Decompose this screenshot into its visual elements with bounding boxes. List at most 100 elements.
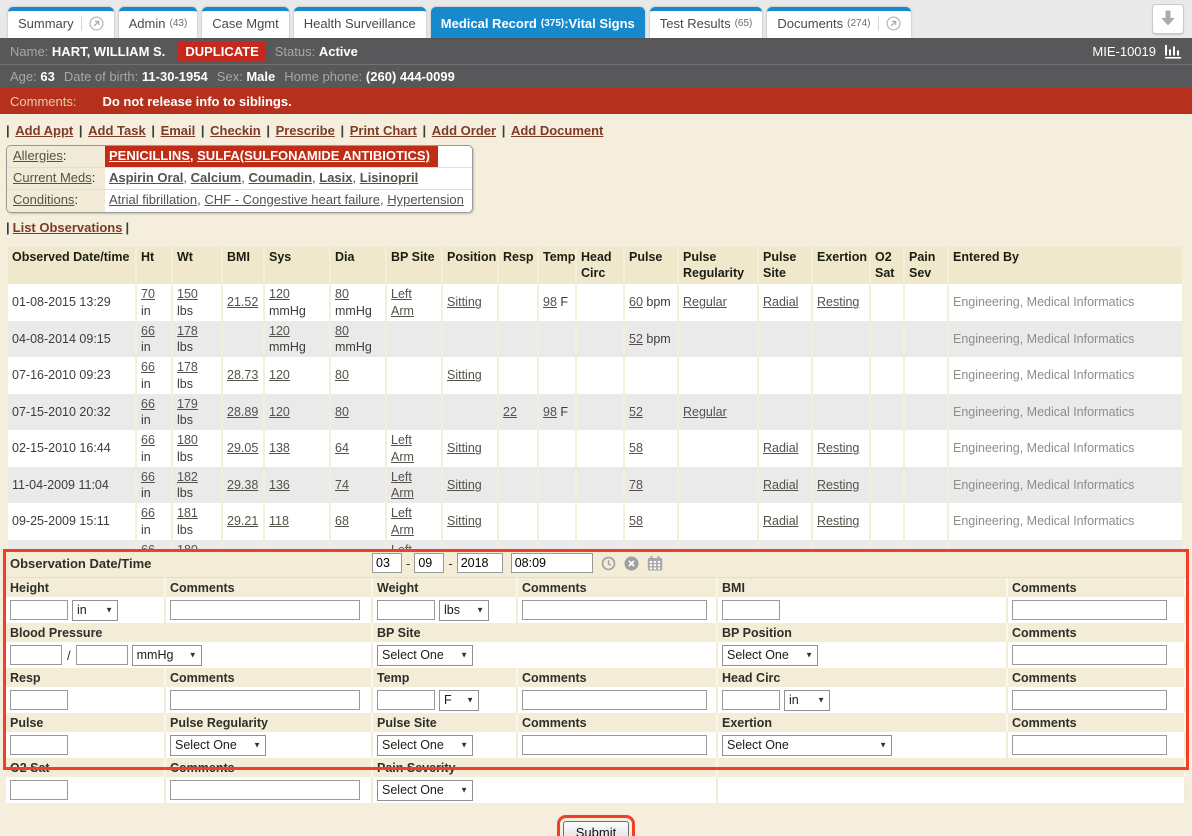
- summary-label-allergies[interactable]: Allergies: [13, 148, 63, 163]
- bp-comments-input[interactable]: [1012, 645, 1167, 665]
- observation-value-link[interactable]: 181: [177, 506, 198, 520]
- clear-datetime-icon[interactable]: [624, 556, 639, 571]
- observation-value-link[interactable]: Left Arm: [391, 506, 414, 536]
- summary-item-coumadin[interactable]: Coumadin: [248, 170, 312, 185]
- pain-severity-select[interactable]: Select One: [377, 780, 473, 801]
- temp-comments-input[interactable]: [522, 690, 707, 710]
- observation-value-link[interactable]: 98: [543, 295, 557, 309]
- observation-value-link[interactable]: 66: [141, 433, 155, 447]
- observation-value-link[interactable]: Radial: [763, 514, 798, 528]
- bp-site-select[interactable]: Select One: [377, 645, 473, 666]
- observation-value-link[interactable]: 28.89: [227, 405, 258, 419]
- observation-value-link[interactable]: Sitting: [447, 441, 482, 455]
- observation-value-link[interactable]: 74: [335, 478, 349, 492]
- observation-value-link[interactable]: Radial: [763, 295, 798, 309]
- observation-value-link[interactable]: 58: [629, 441, 643, 455]
- observation-value-link[interactable]: Radial: [763, 478, 798, 492]
- observation-value-link[interactable]: Sitting: [447, 295, 482, 309]
- observation-value-link[interactable]: Left Arm: [391, 433, 414, 463]
- summary-item-calcium[interactable]: Calcium: [191, 170, 242, 185]
- observation-value-link[interactable]: Resting: [817, 478, 859, 492]
- temp-unit-select[interactable]: F: [439, 690, 479, 711]
- obs-day-input[interactable]: [414, 553, 444, 573]
- observation-value-link[interactable]: 22: [503, 405, 517, 419]
- exertion-select[interactable]: Select One: [722, 735, 892, 756]
- summary-item-aspirin-oral[interactable]: Aspirin Oral: [109, 170, 183, 185]
- tab-medical-record[interactable]: Medical Record(375):Vital Signs: [431, 7, 645, 38]
- observation-value-link[interactable]: 60: [629, 295, 643, 309]
- observation-value-link[interactable]: 52: [629, 332, 643, 346]
- pulse-regularity-select[interactable]: Select One: [170, 735, 266, 756]
- observation-value-link[interactable]: Sitting: [447, 514, 482, 528]
- observation-value-link[interactable]: 29.38: [227, 478, 258, 492]
- observation-value-link[interactable]: Resting: [817, 514, 859, 528]
- observation-value-link[interactable]: Left Arm: [391, 470, 414, 500]
- observation-value-link[interactable]: 66: [141, 397, 155, 411]
- action-link-add-document[interactable]: Add Document: [511, 123, 603, 138]
- observation-value-link[interactable]: 178: [177, 360, 198, 374]
- summary-item-atrial-fibrillation[interactable]: Atrial fibrillation: [109, 192, 197, 207]
- head-circ-unit-select[interactable]: in: [784, 690, 830, 711]
- observation-value-link[interactable]: 182: [177, 470, 198, 484]
- observation-value-link[interactable]: Regular: [683, 405, 727, 419]
- summary-item-penicillins[interactable]: PENICILLINS: [109, 148, 190, 163]
- bp-position-select[interactable]: Select One: [722, 645, 818, 666]
- temp-input[interactable]: [377, 690, 435, 710]
- list-observations-link[interactable]: List Observations: [13, 220, 123, 235]
- o2-sat-input[interactable]: [10, 780, 68, 800]
- summary-label-current-meds[interactable]: Current Meds: [13, 170, 92, 185]
- summary-item-chf-congestive-heart-failure[interactable]: CHF - Congestive heart failure: [204, 192, 380, 207]
- observation-value-link[interactable]: 66: [141, 506, 155, 520]
- observation-value-link[interactable]: 138: [269, 441, 290, 455]
- obs-month-input[interactable]: [372, 553, 402, 573]
- tab-summary[interactable]: Summary: [8, 7, 114, 38]
- tab-documents[interactable]: Documents(274): [767, 7, 910, 38]
- pulse-input[interactable]: [10, 735, 68, 755]
- weight-unit-select[interactable]: lbs: [439, 600, 489, 621]
- observation-value-link[interactable]: 136: [269, 478, 290, 492]
- observation-value-link[interactable]: 29.21: [227, 514, 258, 528]
- summary-item-sulfa-sulfonamide-antibiotics[interactable]: SULFA(SULFONAMIDE ANTIBIOTICS): [197, 148, 430, 163]
- observation-value-link[interactable]: 68: [335, 514, 349, 528]
- observation-value-link[interactable]: 28.73: [227, 368, 258, 382]
- observation-value-link[interactable]: 70: [141, 287, 155, 301]
- observation-value-link[interactable]: Radial: [763, 441, 798, 455]
- observation-value-link[interactable]: 78: [629, 478, 643, 492]
- observation-value-link[interactable]: 150: [177, 287, 198, 301]
- tab-test-results[interactable]: Test Results(65): [650, 7, 763, 38]
- external-link-icon[interactable]: [878, 16, 901, 31]
- obs-year-input[interactable]: [457, 553, 503, 573]
- action-link-prescribe[interactable]: Prescribe: [276, 123, 335, 138]
- summary-item-hypertension[interactable]: Hypertension: [387, 192, 464, 207]
- observation-value-link[interactable]: 58: [629, 514, 643, 528]
- height-input[interactable]: [10, 600, 68, 620]
- observation-value-link[interactable]: 120: [269, 405, 290, 419]
- external-link-icon[interactable]: [81, 16, 104, 31]
- bp-systolic-input[interactable]: [10, 645, 62, 665]
- observation-value-link[interactable]: 64: [335, 441, 349, 455]
- obs-time-input[interactable]: [511, 553, 593, 573]
- observation-value-link[interactable]: Resting: [817, 441, 859, 455]
- summary-item-lasix[interactable]: Lasix: [319, 170, 352, 185]
- head-circ-comments-input[interactable]: [1012, 690, 1167, 710]
- summary-label-conditions[interactable]: Conditions: [13, 192, 74, 207]
- action-link-add-appt[interactable]: Add Appt: [15, 123, 73, 138]
- observation-value-link[interactable]: 66: [141, 470, 155, 484]
- observation-value-link[interactable]: 80: [335, 405, 349, 419]
- submit-button[interactable]: Submit: [563, 821, 629, 836]
- action-link-checkin[interactable]: Checkin: [210, 123, 261, 138]
- observation-value-link[interactable]: Left Arm: [391, 287, 414, 317]
- tab-health-surveillance[interactable]: Health Surveillance: [294, 7, 426, 38]
- action-link-email[interactable]: Email: [161, 123, 196, 138]
- clock-icon[interactable]: [601, 556, 616, 571]
- observation-value-link[interactable]: 98: [543, 405, 557, 419]
- observation-value-link[interactable]: 80: [335, 324, 349, 338]
- bp-diastolic-input[interactable]: [76, 645, 128, 665]
- observation-value-link[interactable]: Regular: [683, 295, 727, 309]
- observation-value-link[interactable]: 80: [335, 287, 349, 301]
- pulse-site-select[interactable]: Select One: [377, 735, 473, 756]
- weight-comments-input[interactable]: [522, 600, 707, 620]
- head-circ-input[interactable]: [722, 690, 780, 710]
- observation-value-link[interactable]: 179: [177, 397, 198, 411]
- flowsheet-chart-icon[interactable]: [1164, 43, 1182, 59]
